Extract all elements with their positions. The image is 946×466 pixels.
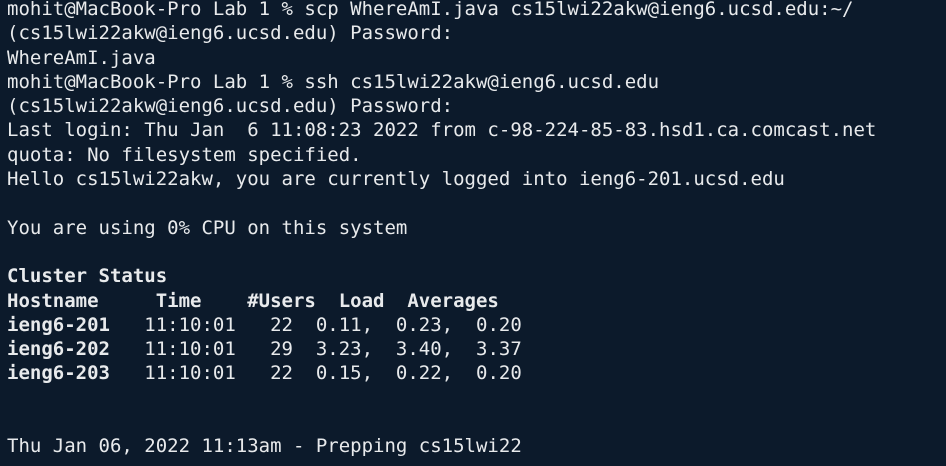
cluster-table-row: ieng6-203 11:10:01 22 0.15, 0.22, 0.20	[7, 361, 946, 385]
terminal-line-motd-date: Thu Jan 06, 2022 11:13am - Prepping cs15…	[7, 435, 522, 458]
terminal-line-password-prompt-1: (cs15lwi22akw@ieng6.ucsd.edu) Password:	[7, 22, 454, 45]
cluster-hostname: ieng6-202	[7, 338, 110, 361]
cluster-hostname: ieng6-201	[7, 313, 110, 336]
cluster-table-row: ieng6-202 11:10:01 29 3.23, 3.40, 3.37	[7, 337, 946, 361]
terminal-line-scp-output: WhereAmI.java	[7, 46, 156, 69]
cluster-table-header: Hostname Time #Users Load Averages	[7, 289, 499, 312]
terminal-line-cpu-usage: You are using 0% CPU on this system	[7, 216, 408, 239]
cluster-table-row: ieng6-201 11:10:01 22 0.11, 0.23, 0.20	[7, 313, 946, 337]
terminal-line-password-prompt-2: (cs15lwi22akw@ieng6.ucsd.edu) Password:	[7, 95, 454, 118]
terminal-window[interactable]: mohit@MacBook-Pro Lab 1 % scp WhereAmI.j…	[0, 0, 946, 466]
cluster-row-values: 11:10:01 22 0.11, 0.23, 0.20	[109, 313, 522, 336]
cluster-row-values: 11:10:01 22 0.15, 0.22, 0.20	[109, 362, 522, 385]
cluster-row-values: 11:10:01 29 3.23, 3.40, 3.37	[109, 338, 522, 361]
terminal-line-quota: quota: No filesystem specified.	[7, 143, 362, 166]
cluster-status-heading: Cluster Status	[7, 265, 168, 288]
terminal-line-ssh-command: mohit@MacBook-Pro Lab 1 % ssh cs15lwi22a…	[7, 70, 660, 93]
terminal-line-last-login: Last login: Thu Jan 6 11:08:23 2022 from…	[7, 119, 877, 142]
cluster-hostname: ieng6-203	[7, 362, 110, 385]
terminal-line-hello: Hello cs15lwi22akw, you are currently lo…	[7, 168, 785, 191]
terminal-line-scp-command: mohit@MacBook-Pro Lab 1 % scp WhereAmI.j…	[7, 0, 854, 20]
